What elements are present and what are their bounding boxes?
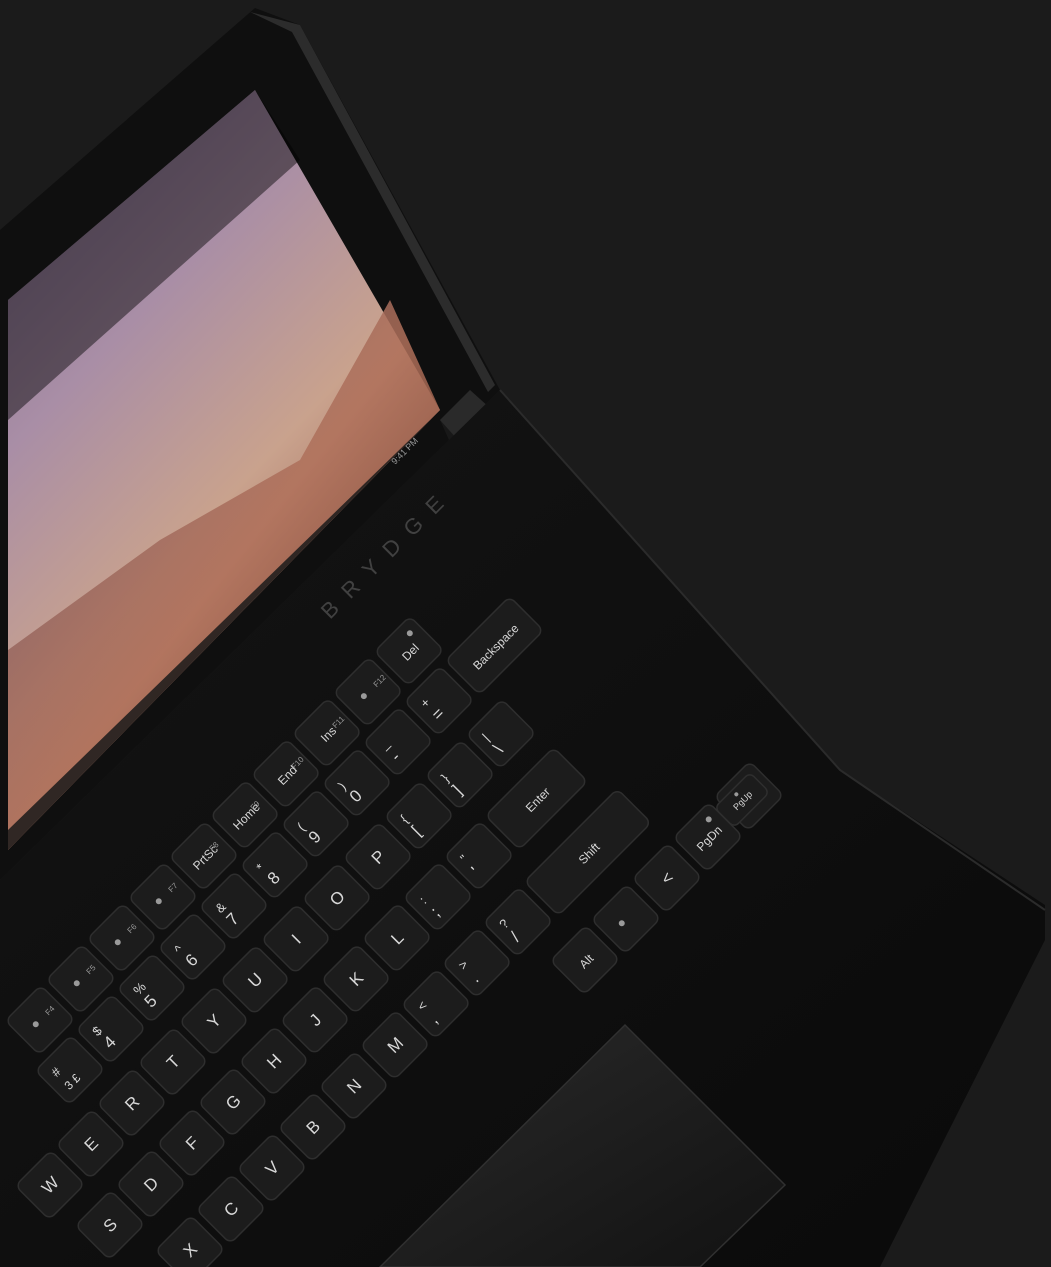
product-photo: 9:41 PM BRYDGE F4 F5 F6 F7 PrtSc F8 Home F9 End F…: [0, 0, 1051, 1267]
laptop-scene: 9:41 PM BRYDGE F4F5F6F7PrtScF8HomeF9EndF…: [0, 8, 1046, 1267]
